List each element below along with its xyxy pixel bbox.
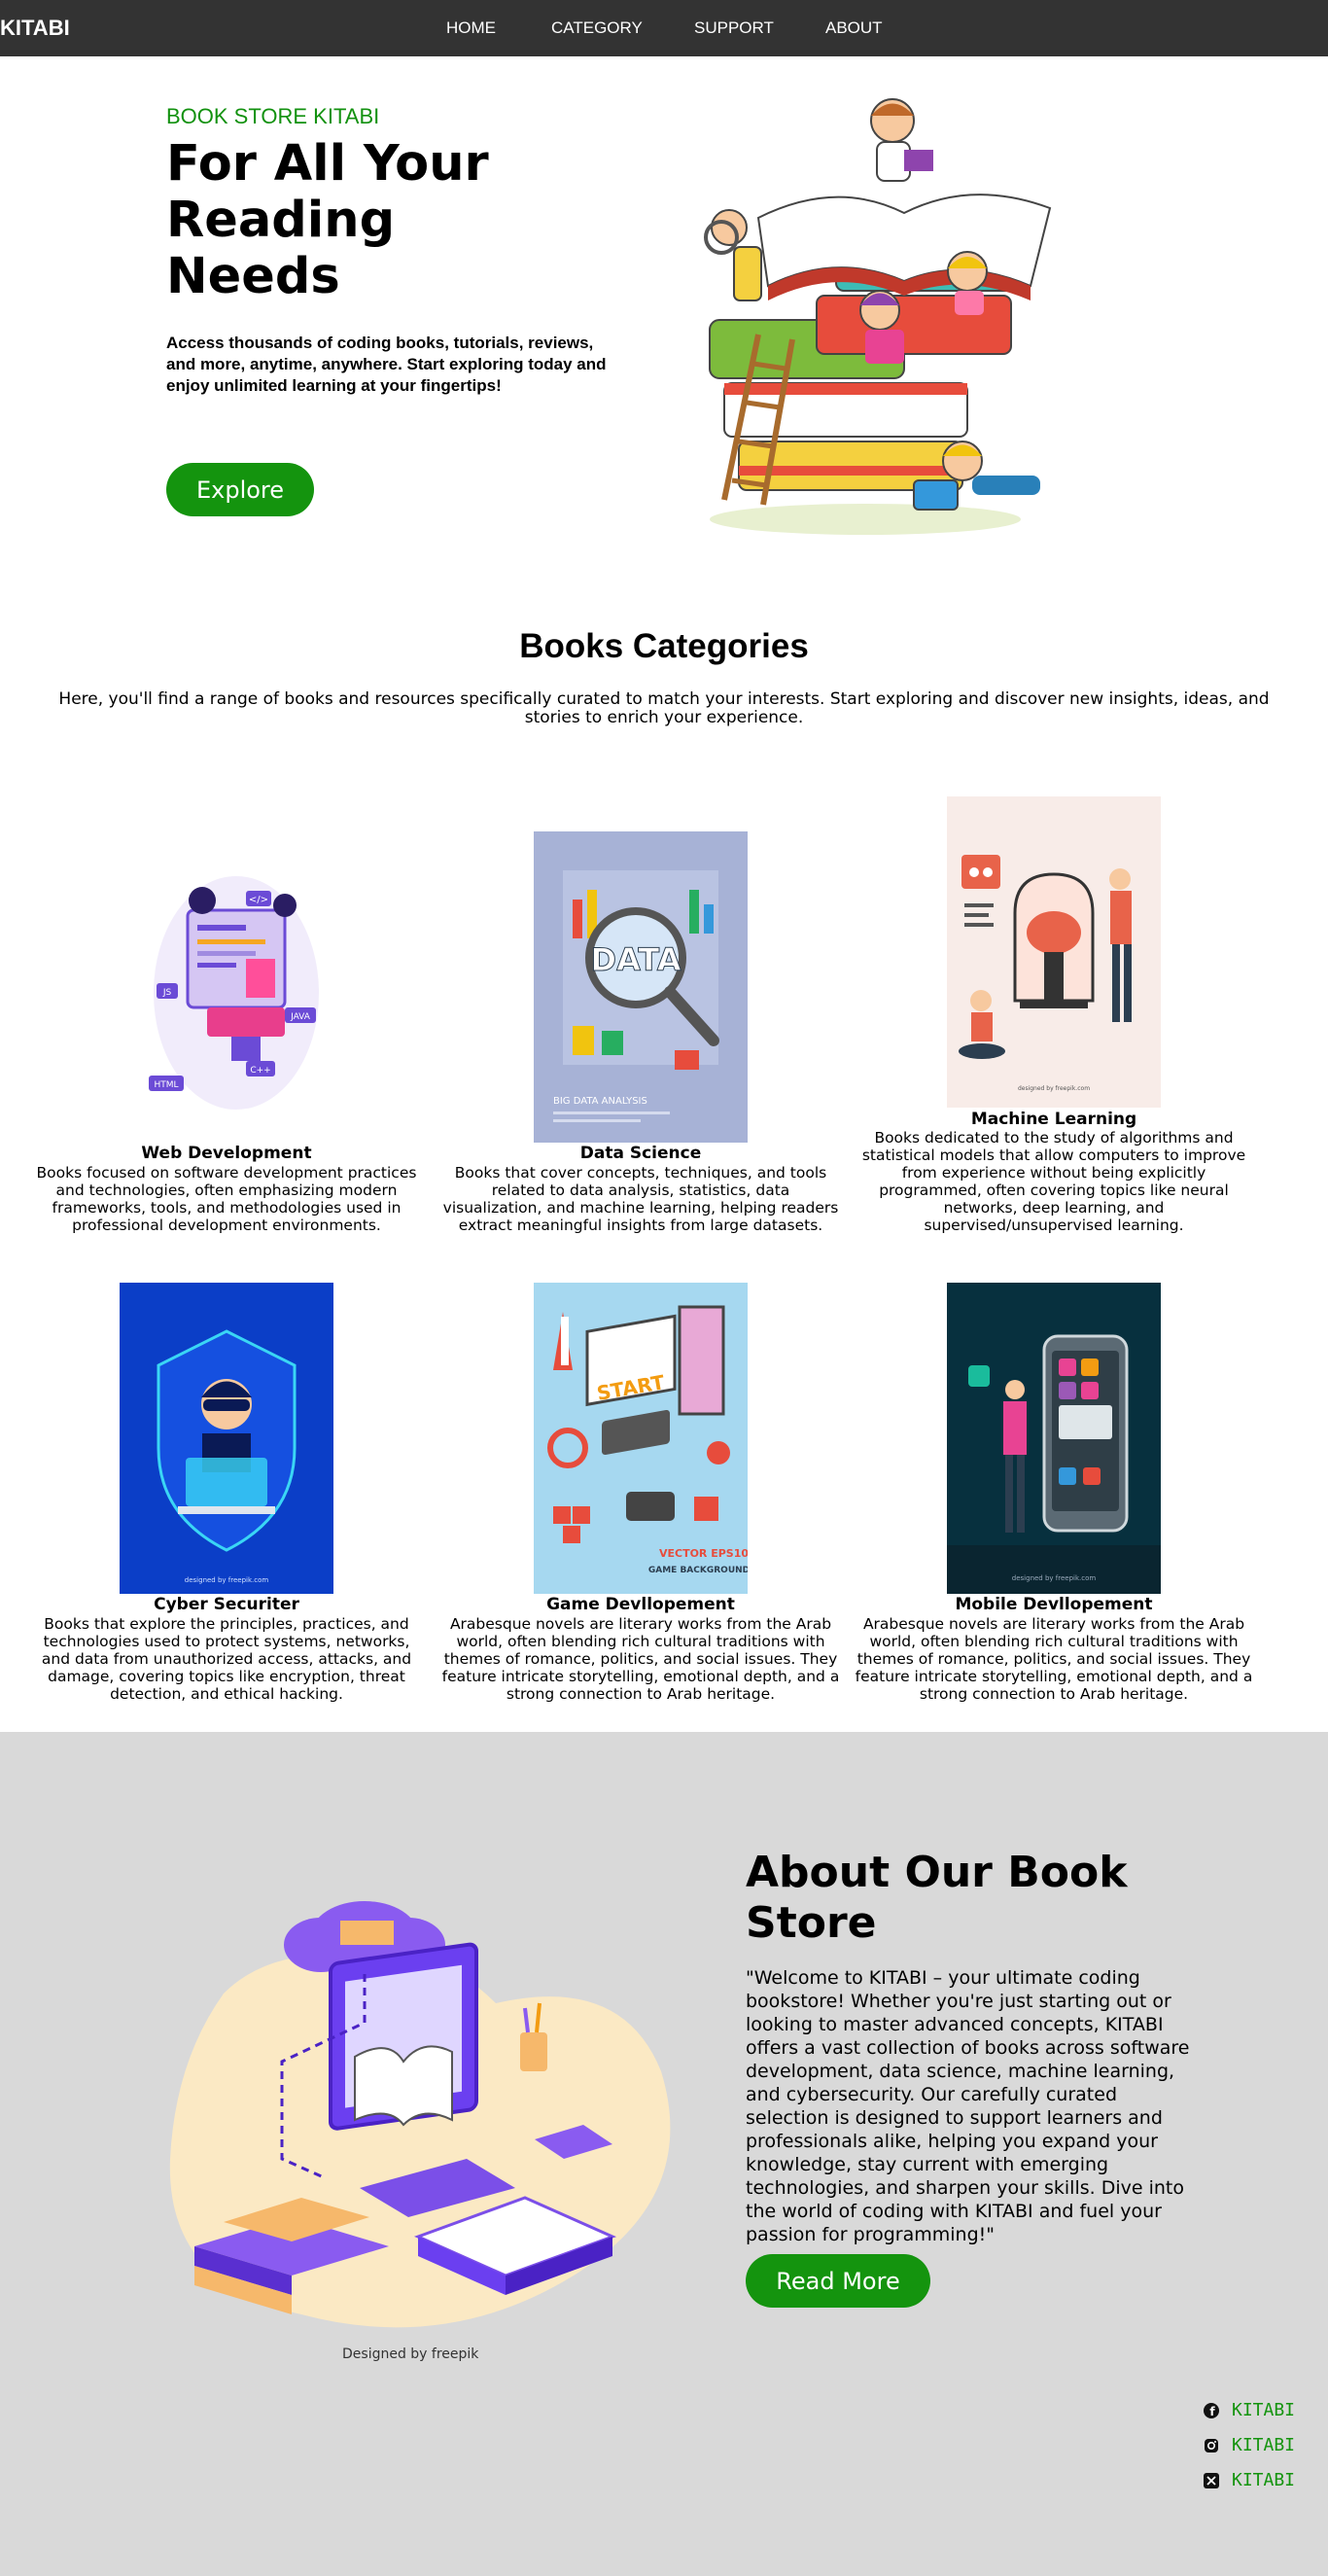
mobile-development-cover[interactable]: designed by freepik.com — [947, 1283, 1161, 1594]
hero-books-illustration — [704, 98, 1052, 535]
nav-home[interactable]: HOME — [446, 18, 496, 38]
categories-title: Books Categories — [519, 627, 809, 665]
tag-cpp: C++ — [250, 1066, 270, 1076]
mobile-credit: designed by freepik.com — [1012, 1574, 1097, 1582]
svg-text:f: f — [1209, 2405, 1215, 2418]
ml-credit: designed by freepik.com — [1018, 1085, 1090, 1092]
explore-button[interactable]: Explore — [166, 463, 314, 516]
facebook-icon: f — [1203, 2402, 1220, 2419]
brand-logo[interactable]: KITABI — [0, 16, 70, 41]
tag-java: JAVA — [290, 1012, 311, 1022]
game-vector-text: VECTOR EPS10 — [659, 1547, 748, 1560]
category-desc-cyber-security: Books that explore the principles, pract… — [41, 1615, 412, 1703]
category-name-machine-learning[interactable]: Machine Learning — [845, 1110, 1263, 1129]
about-illustration — [169, 1901, 671, 2328]
web-development-cover[interactable]: </> JS JAVA HTML C++ — [120, 832, 333, 1144]
nav-about[interactable]: ABOUT — [825, 18, 883, 38]
game-bg-text: GAME BACKGROUND — [648, 1566, 748, 1575]
tag-js: JS — [162, 988, 172, 998]
social-instagram-link[interactable]: KITABI — [1203, 2435, 1295, 2455]
category-desc-web-development: Books focused on software development pr… — [36, 1164, 417, 1234]
tag-html: HTML — [154, 1080, 178, 1090]
category-desc-mobile-development: Arabesque novels are literary works from… — [855, 1615, 1253, 1703]
top-nav: KITABI HOME CATEGORY SUPPORT ABOUT — [0, 0, 1328, 56]
about-title: About Our Book Store — [746, 1848, 1128, 1948]
tag-code: </> — [249, 895, 268, 905]
category-name-data-science[interactable]: Data Science — [432, 1144, 850, 1163]
data-science-cover[interactable]: DATA BIG DATA ANALYSIS — [534, 831, 748, 1143]
read-more-button[interactable]: Read More — [746, 2254, 930, 2308]
category-name-web-development[interactable]: Web Development — [17, 1144, 436, 1163]
categories-subtitle: Here, you'll find a range of books and r… — [58, 689, 1270, 727]
category-name-cyber-security[interactable]: Cyber Securiter — [17, 1595, 436, 1614]
category-name-mobile-development[interactable]: Mobile Devllopement — [845, 1595, 1263, 1614]
category-desc-data-science: Books that cover concepts, techniques, a… — [442, 1164, 839, 1234]
social-label: KITABI — [1232, 2400, 1296, 2420]
nav-support[interactable]: SUPPORT — [694, 18, 774, 38]
social-facebook-link[interactable]: f KITABI — [1203, 2400, 1295, 2420]
category-desc-machine-learning: Books dedicated to the study of algorith… — [861, 1129, 1246, 1234]
hero-title: For All Your Reading Needs — [166, 135, 489, 305]
freepik-credit: Designed by freepik — [342, 2347, 479, 2362]
game-development-cover[interactable]: START VECTOR EPS10 GAME BACKGROUND — [534, 1283, 748, 1594]
category-name-game-development[interactable]: Game Devllopement — [432, 1595, 850, 1614]
cyber-security-cover[interactable]: designed by freepik.com — [120, 1283, 333, 1594]
data-word: DATA — [591, 941, 681, 978]
cyber-credit: designed by freepik.com — [185, 1576, 269, 1584]
social-x-link[interactable]: KITABI — [1203, 2470, 1295, 2490]
hero-description: Access thousands of coding books, tutori… — [166, 334, 607, 395]
nav-category[interactable]: CATEGORY — [551, 18, 643, 38]
data-caption: BIG DATA ANALYSIS — [553, 1096, 647, 1107]
x-icon — [1203, 2472, 1220, 2489]
social-label: KITABI — [1232, 2435, 1296, 2455]
social-label: KITABI — [1232, 2470, 1296, 2490]
machine-learning-cover[interactable]: designed by freepik.com — [947, 796, 1161, 1108]
category-desc-game-development: Arabesque novels are literary works from… — [441, 1615, 840, 1703]
hero-kicker: BOOK STORE KITABI — [166, 104, 380, 128]
about-text: "Welcome to KITABI – your ultimate codin… — [746, 1967, 1190, 2245]
instagram-icon — [1203, 2437, 1220, 2454]
